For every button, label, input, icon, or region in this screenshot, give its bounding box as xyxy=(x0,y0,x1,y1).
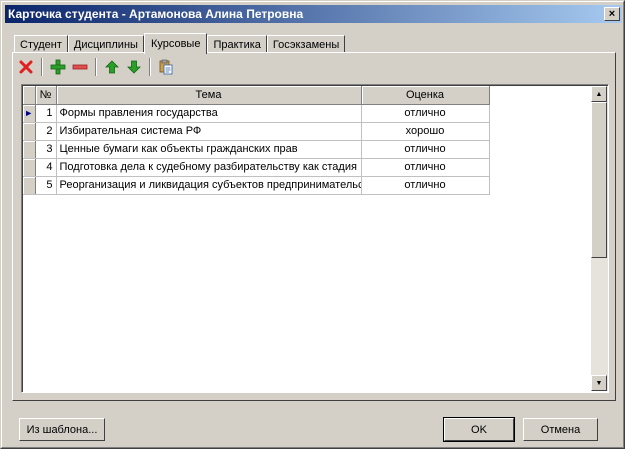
tab-student[interactable]: Студент xyxy=(14,35,68,53)
toolbar-separator xyxy=(149,58,151,76)
table-row[interactable]: 2 Избирательная система РФ хорошо xyxy=(23,122,490,141)
add-icon xyxy=(50,59,66,75)
cancel-button[interactable]: Отмена xyxy=(523,418,598,441)
scroll-thumb[interactable] xyxy=(591,102,607,258)
coursework-table: № Тема Оценка ► 1 Формы правления госуда… xyxy=(23,86,490,195)
remove-row-button[interactable] xyxy=(70,57,90,77)
tab-state-exams[interactable]: Госэкзамены xyxy=(266,35,346,53)
student-card-window: Карточка студента - Артамонова Алина Пет… xyxy=(0,0,625,449)
cell-topic[interactable]: Избирательная система РФ xyxy=(56,122,362,141)
cell-grade[interactable]: отлично xyxy=(361,176,490,195)
toolbar-separator xyxy=(95,58,97,76)
grid-toolbar xyxy=(16,56,176,78)
header-num[interactable]: № xyxy=(35,86,57,105)
cell-num[interactable]: 1 xyxy=(35,104,57,123)
arrow-down-icon: ▼ xyxy=(595,379,603,387)
delete-icon xyxy=(19,60,33,74)
close-button[interactable]: × xyxy=(604,7,620,21)
delete-button[interactable] xyxy=(16,57,36,77)
row-indicator xyxy=(23,158,36,177)
cell-grade[interactable]: хорошо xyxy=(361,122,490,141)
current-row-indicator: ► xyxy=(23,104,36,123)
cell-grade[interactable]: отлично xyxy=(361,104,490,123)
table-row[interactable]: ► 1 Формы правления государства отлично xyxy=(23,104,490,123)
move-down-button[interactable] xyxy=(124,57,144,77)
toolbar-separator xyxy=(41,58,43,76)
cell-num[interactable]: 4 xyxy=(35,158,57,177)
move-up-button[interactable] xyxy=(102,57,122,77)
cell-topic[interactable]: Реорганизация и ликвидация субъектов пре… xyxy=(56,176,362,195)
row-indicator xyxy=(23,140,36,159)
scroll-up-button[interactable]: ▲ xyxy=(591,86,607,102)
tab-practice[interactable]: Практика xyxy=(207,35,267,53)
close-icon: × xyxy=(608,7,616,20)
arrow-up-icon: ▲ xyxy=(595,90,603,98)
coursework-grid[interactable]: № Тема Оценка ► 1 Формы правления госуда… xyxy=(21,84,609,393)
tab-coursework[interactable]: Курсовые xyxy=(143,33,208,54)
table-row[interactable]: 3 Ценные бумаги как объекты гражданских … xyxy=(23,140,490,159)
indicator-header xyxy=(23,86,36,105)
move-down-icon xyxy=(127,60,141,74)
cell-topic[interactable]: Подготовка дела к судебному разбирательс… xyxy=(56,158,362,177)
scroll-down-button[interactable]: ▼ xyxy=(591,375,607,391)
cell-grade[interactable]: отлично xyxy=(361,158,490,177)
table-row[interactable]: 5 Реорганизация и ликвидация субъектов п… xyxy=(23,176,490,195)
cell-topic[interactable]: Формы правления государства xyxy=(56,104,362,123)
remove-icon xyxy=(72,64,88,70)
tab-disciplines[interactable]: Дисциплины xyxy=(67,35,144,53)
row-indicator xyxy=(23,176,36,195)
paste-button[interactable] xyxy=(156,57,176,77)
move-up-icon xyxy=(105,60,119,74)
paste-icon xyxy=(159,59,173,75)
row-pointer-icon: ► xyxy=(24,108,34,118)
header-row: № Тема Оценка xyxy=(23,86,490,105)
title-bar[interactable]: Карточка студента - Артамонова Алина Пет… xyxy=(5,5,622,23)
ok-button[interactable]: OK xyxy=(443,417,515,442)
table-row[interactable]: 4 Подготовка дела к судебному разбирател… xyxy=(23,158,490,177)
row-indicator xyxy=(23,122,36,141)
cell-topic[interactable]: Ценные бумаги как объекты гражданских пр… xyxy=(56,140,362,159)
vertical-scrollbar[interactable]: ▲ ▼ xyxy=(591,86,608,391)
window-title: Карточка студента - Артамонова Алина Пет… xyxy=(8,7,304,21)
cell-num[interactable]: 5 xyxy=(35,176,57,195)
header-topic[interactable]: Тема xyxy=(56,86,362,105)
cell-num[interactable]: 3 xyxy=(35,140,57,159)
from-template-button[interactable]: Из шаблона... xyxy=(19,418,105,441)
tab-strip: Студент Дисциплины Курсовые Практика Гос… xyxy=(14,33,346,54)
cell-num[interactable]: 2 xyxy=(35,122,57,141)
add-row-button[interactable] xyxy=(48,57,68,77)
header-grade[interactable]: Оценка xyxy=(361,86,490,105)
cell-grade[interactable]: отлично xyxy=(361,140,490,159)
